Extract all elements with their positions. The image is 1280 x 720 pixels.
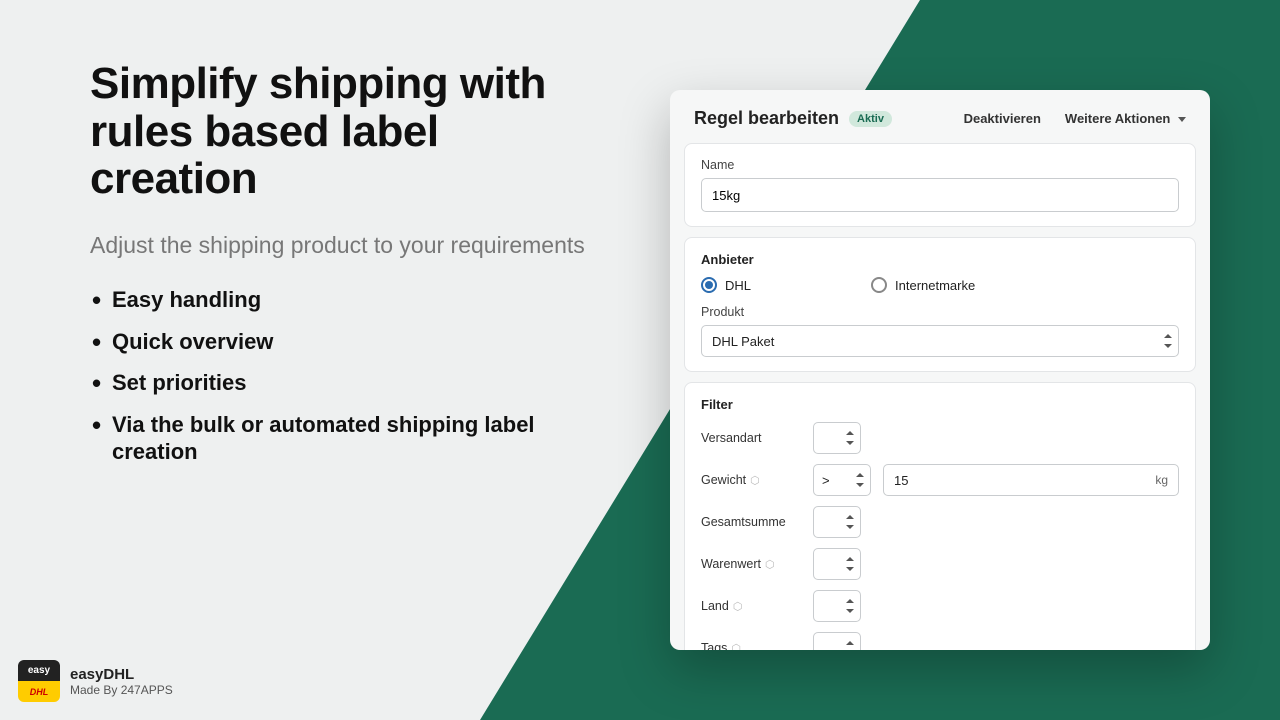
- product-select[interactable]: DHL Paket: [701, 325, 1179, 357]
- chevron-down-icon: [1178, 117, 1186, 122]
- app-name: easyDHL: [70, 666, 173, 683]
- headline: Simplify shipping with rules based label…: [90, 60, 590, 203]
- radio-dot-icon: [871, 277, 887, 293]
- feature-list: Easy handling Quick overview Set priorit…: [90, 286, 590, 466]
- warenwert-select[interactable]: [813, 548, 861, 580]
- product-select-value: DHL Paket: [712, 334, 774, 349]
- badge-icon-top: easy: [18, 660, 60, 681]
- name-input[interactable]: [701, 178, 1179, 212]
- status-badge: Aktiv: [849, 111, 892, 127]
- select-updown-icon: [846, 557, 854, 571]
- filter-panel: Filter Versandart Gewicht⬡ > 15 kg Gesam…: [684, 382, 1196, 650]
- radio-dot-icon: [701, 277, 717, 293]
- feature-item: Quick overview: [90, 328, 590, 356]
- select-updown-icon: [846, 641, 854, 650]
- deactivate-button[interactable]: Deaktivieren: [964, 111, 1041, 126]
- provider-radio-dhl[interactable]: DHL: [701, 277, 751, 293]
- versandart-select[interactable]: [813, 422, 861, 454]
- select-updown-icon: [846, 515, 854, 529]
- select-updown-icon: [1164, 334, 1172, 348]
- filter-row-gewicht: Gewicht⬡ > 15 kg: [701, 464, 1179, 496]
- provider-radio-group: DHL Internetmarke: [701, 277, 1179, 293]
- filter-row-land: Land⬡: [701, 590, 1179, 622]
- badge-icon-bottom: DHL: [18, 681, 60, 702]
- gesamtsumme-select[interactable]: [813, 506, 861, 538]
- filter-name-warenwert: Warenwert⬡: [701, 557, 801, 571]
- select-updown-icon: [856, 473, 864, 487]
- land-select[interactable]: [813, 590, 861, 622]
- page-title: Regel bearbeiten: [694, 108, 839, 129]
- more-actions-button[interactable]: Weitere Aktionen: [1065, 111, 1186, 126]
- name-label: Name: [701, 158, 1179, 172]
- hint-icon: ⬡: [750, 474, 760, 487]
- filter-row-warenwert: Warenwert⬡: [701, 548, 1179, 580]
- provider-label: Anbieter: [701, 252, 1179, 267]
- hint-icon: ⬡: [765, 558, 775, 571]
- card-header: Regel bearbeiten Aktiv Deaktivieren Weit…: [670, 90, 1210, 143]
- filter-label: Filter: [701, 397, 1179, 412]
- app-badge: easy DHL easyDHL Made By 247APPS: [18, 660, 173, 702]
- rule-editor-window: Regel bearbeiten Aktiv Deaktivieren Weit…: [670, 90, 1210, 650]
- app-author: Made By 247APPS: [70, 683, 173, 697]
- hint-icon: ⬡: [733, 600, 743, 613]
- app-badge-text: easyDHL Made By 247APPS: [70, 666, 173, 697]
- subheadline: Adjust the shipping product to your requ…: [90, 231, 590, 261]
- filter-name-versandart: Versandart: [701, 431, 801, 445]
- app-badge-icon: easy DHL: [18, 660, 60, 702]
- feature-item: Set priorities: [90, 369, 590, 397]
- filter-name-tags: Tags⬡: [701, 641, 801, 650]
- hint-icon: ⬡: [731, 642, 741, 651]
- filter-row-versandart: Versandart: [701, 422, 1179, 454]
- provider-radio-dhl-label: DHL: [725, 278, 751, 293]
- marketing-copy: Simplify shipping with rules based label…: [90, 60, 590, 480]
- filter-row-tags: Tags⬡: [701, 632, 1179, 650]
- gewicht-unit: kg: [1155, 473, 1168, 487]
- provider-radio-internetmarke[interactable]: Internetmarke: [871, 277, 975, 293]
- filter-name-gesamtsumme: Gesamtsumme: [701, 515, 801, 529]
- filter-row-gesamtsumme: Gesamtsumme: [701, 506, 1179, 538]
- provider-radio-internetmarke-label: Internetmarke: [895, 278, 975, 293]
- feature-item: Via the bulk or automated shipping label…: [90, 411, 590, 466]
- feature-item: Easy handling: [90, 286, 590, 314]
- gewicht-value-input[interactable]: 15 kg: [883, 464, 1179, 496]
- gewicht-value: 15: [894, 473, 1155, 488]
- filter-name-gewicht: Gewicht⬡: [701, 473, 801, 487]
- product-label: Produkt: [701, 305, 1179, 319]
- gewicht-operator-select[interactable]: >: [813, 464, 871, 496]
- select-updown-icon: [846, 599, 854, 613]
- name-panel: Name: [684, 143, 1196, 227]
- more-actions-label: Weitere Aktionen: [1065, 111, 1170, 126]
- tags-select[interactable]: [813, 632, 861, 650]
- provider-panel: Anbieter DHL Internetmarke Produkt DHL P…: [684, 237, 1196, 372]
- gewicht-operator-value: >: [822, 473, 830, 488]
- select-updown-icon: [846, 431, 854, 445]
- filter-name-land: Land⬡: [701, 599, 801, 613]
